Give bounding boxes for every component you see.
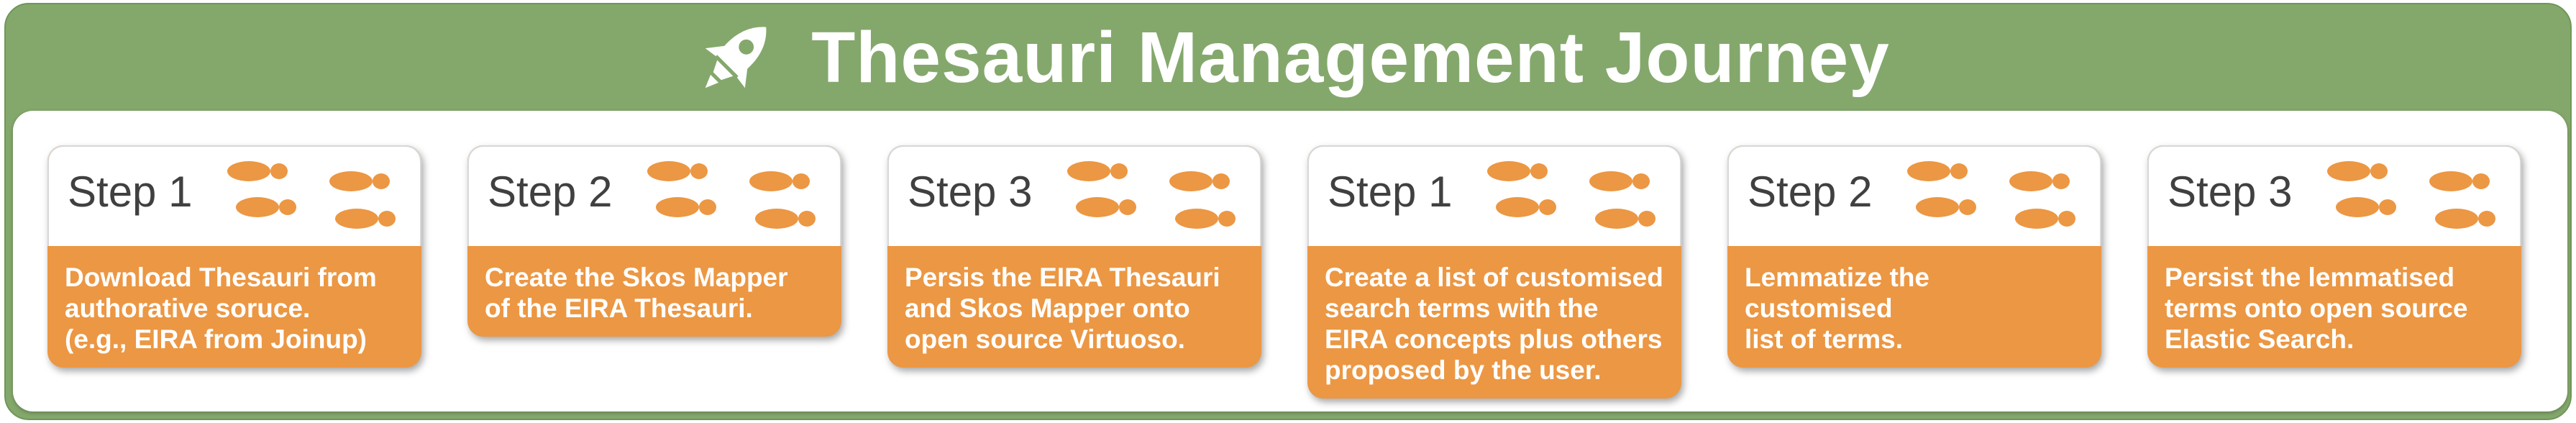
step-card-header: Step 3 bbox=[887, 145, 1261, 246]
step-card-header: Step 3 bbox=[2147, 145, 2521, 246]
footprints-icon bbox=[2321, 153, 2516, 242]
page-title: Thesauri Management Journey bbox=[811, 17, 1890, 98]
step-card-2: Step 2 Create the Skos Mapper of the EIR… bbox=[467, 145, 841, 337]
step-description: Persis the EIRA Thesauri and Skos Mapper… bbox=[905, 263, 1220, 354]
step-card-header: Step 1 bbox=[1307, 145, 1681, 246]
step-description: Create the Skos Mapper of the EIRA Thesa… bbox=[485, 263, 788, 323]
footprints-icon bbox=[641, 153, 836, 242]
footprints-icon bbox=[221, 153, 416, 242]
title-row: Thesauri Management Journey bbox=[6, 4, 2573, 111]
step-description: Lemmatize the customised list of terms. bbox=[1745, 263, 1930, 354]
footprints-icon bbox=[1901, 153, 2096, 242]
step-card-1: Step 1 Download Thesauri from authorativ… bbox=[47, 145, 421, 368]
step-card-3: Step 3 Persis the EIRA Thesauri and Skos… bbox=[887, 145, 1261, 368]
step-description: Persist the lemmatised terms onto open s… bbox=[2165, 263, 2468, 354]
step-description: Create a list of customised search terms… bbox=[1325, 263, 1663, 385]
step-card-5: Step 2 Lemmatize the customised list of … bbox=[1727, 145, 2101, 368]
step-card-header: Step 2 bbox=[1727, 145, 2101, 246]
step-label: Step 1 bbox=[68, 168, 193, 216]
step-card-header: Step 2 bbox=[467, 145, 841, 246]
step-label: Step 3 bbox=[908, 168, 1033, 216]
step-card-header: Step 1 bbox=[47, 145, 421, 246]
step-description: Download Thesauri from authorative soruc… bbox=[65, 263, 377, 354]
footprints-icon bbox=[1061, 153, 1256, 242]
step-label: Step 2 bbox=[1748, 168, 1873, 216]
footprints-icon bbox=[1481, 153, 1676, 242]
step-label: Step 1 bbox=[1328, 168, 1453, 216]
rocket-icon bbox=[705, 27, 767, 88]
step-label: Step 3 bbox=[2168, 168, 2293, 216]
step-card-6: Step 3 Persist the lemmatised terms onto… bbox=[2147, 145, 2521, 368]
step-label: Step 2 bbox=[488, 168, 613, 216]
step-card-4: Step 1 Create a list of customised searc… bbox=[1307, 145, 1681, 399]
